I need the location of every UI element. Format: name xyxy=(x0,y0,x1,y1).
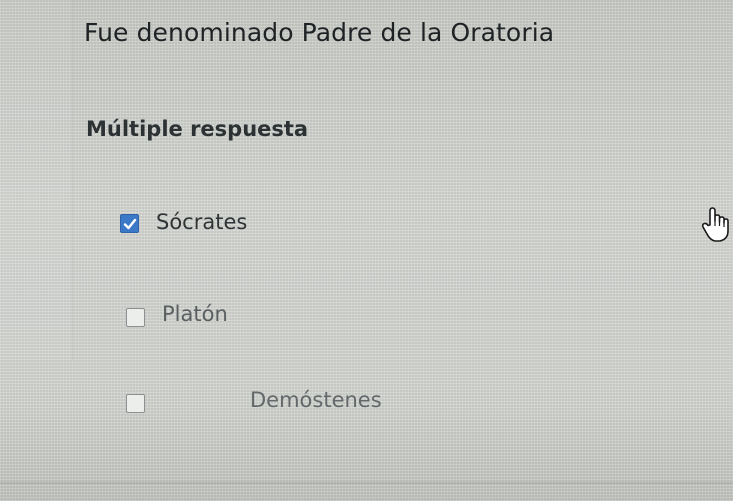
question-text: Fue denominado Padre de la Oratoria xyxy=(84,18,555,47)
question-type-label: Múltiple respuesta xyxy=(86,117,309,141)
checkbox-unchecked-icon[interactable] xyxy=(126,308,145,327)
left-panel-edge xyxy=(0,0,73,360)
option-label: Sócrates xyxy=(156,210,248,234)
hand-pointer-icon xyxy=(701,207,729,242)
option-socrates[interactable]: Sócrates xyxy=(118,206,278,242)
bottom-divider xyxy=(0,482,733,484)
option-label: Demóstenes xyxy=(250,388,382,412)
option-label: Platón xyxy=(162,302,228,326)
checkbox-unchecked-icon[interactable] xyxy=(126,394,145,413)
option-demostenes[interactable]: Demóstenes xyxy=(122,384,392,420)
checkbox-checked-icon[interactable] xyxy=(120,214,139,233)
quiz-page: Fue denominado Padre de la Oratoria Múlt… xyxy=(0,0,733,501)
checkmark-icon xyxy=(123,218,137,230)
option-platon[interactable]: Platón xyxy=(122,298,252,334)
